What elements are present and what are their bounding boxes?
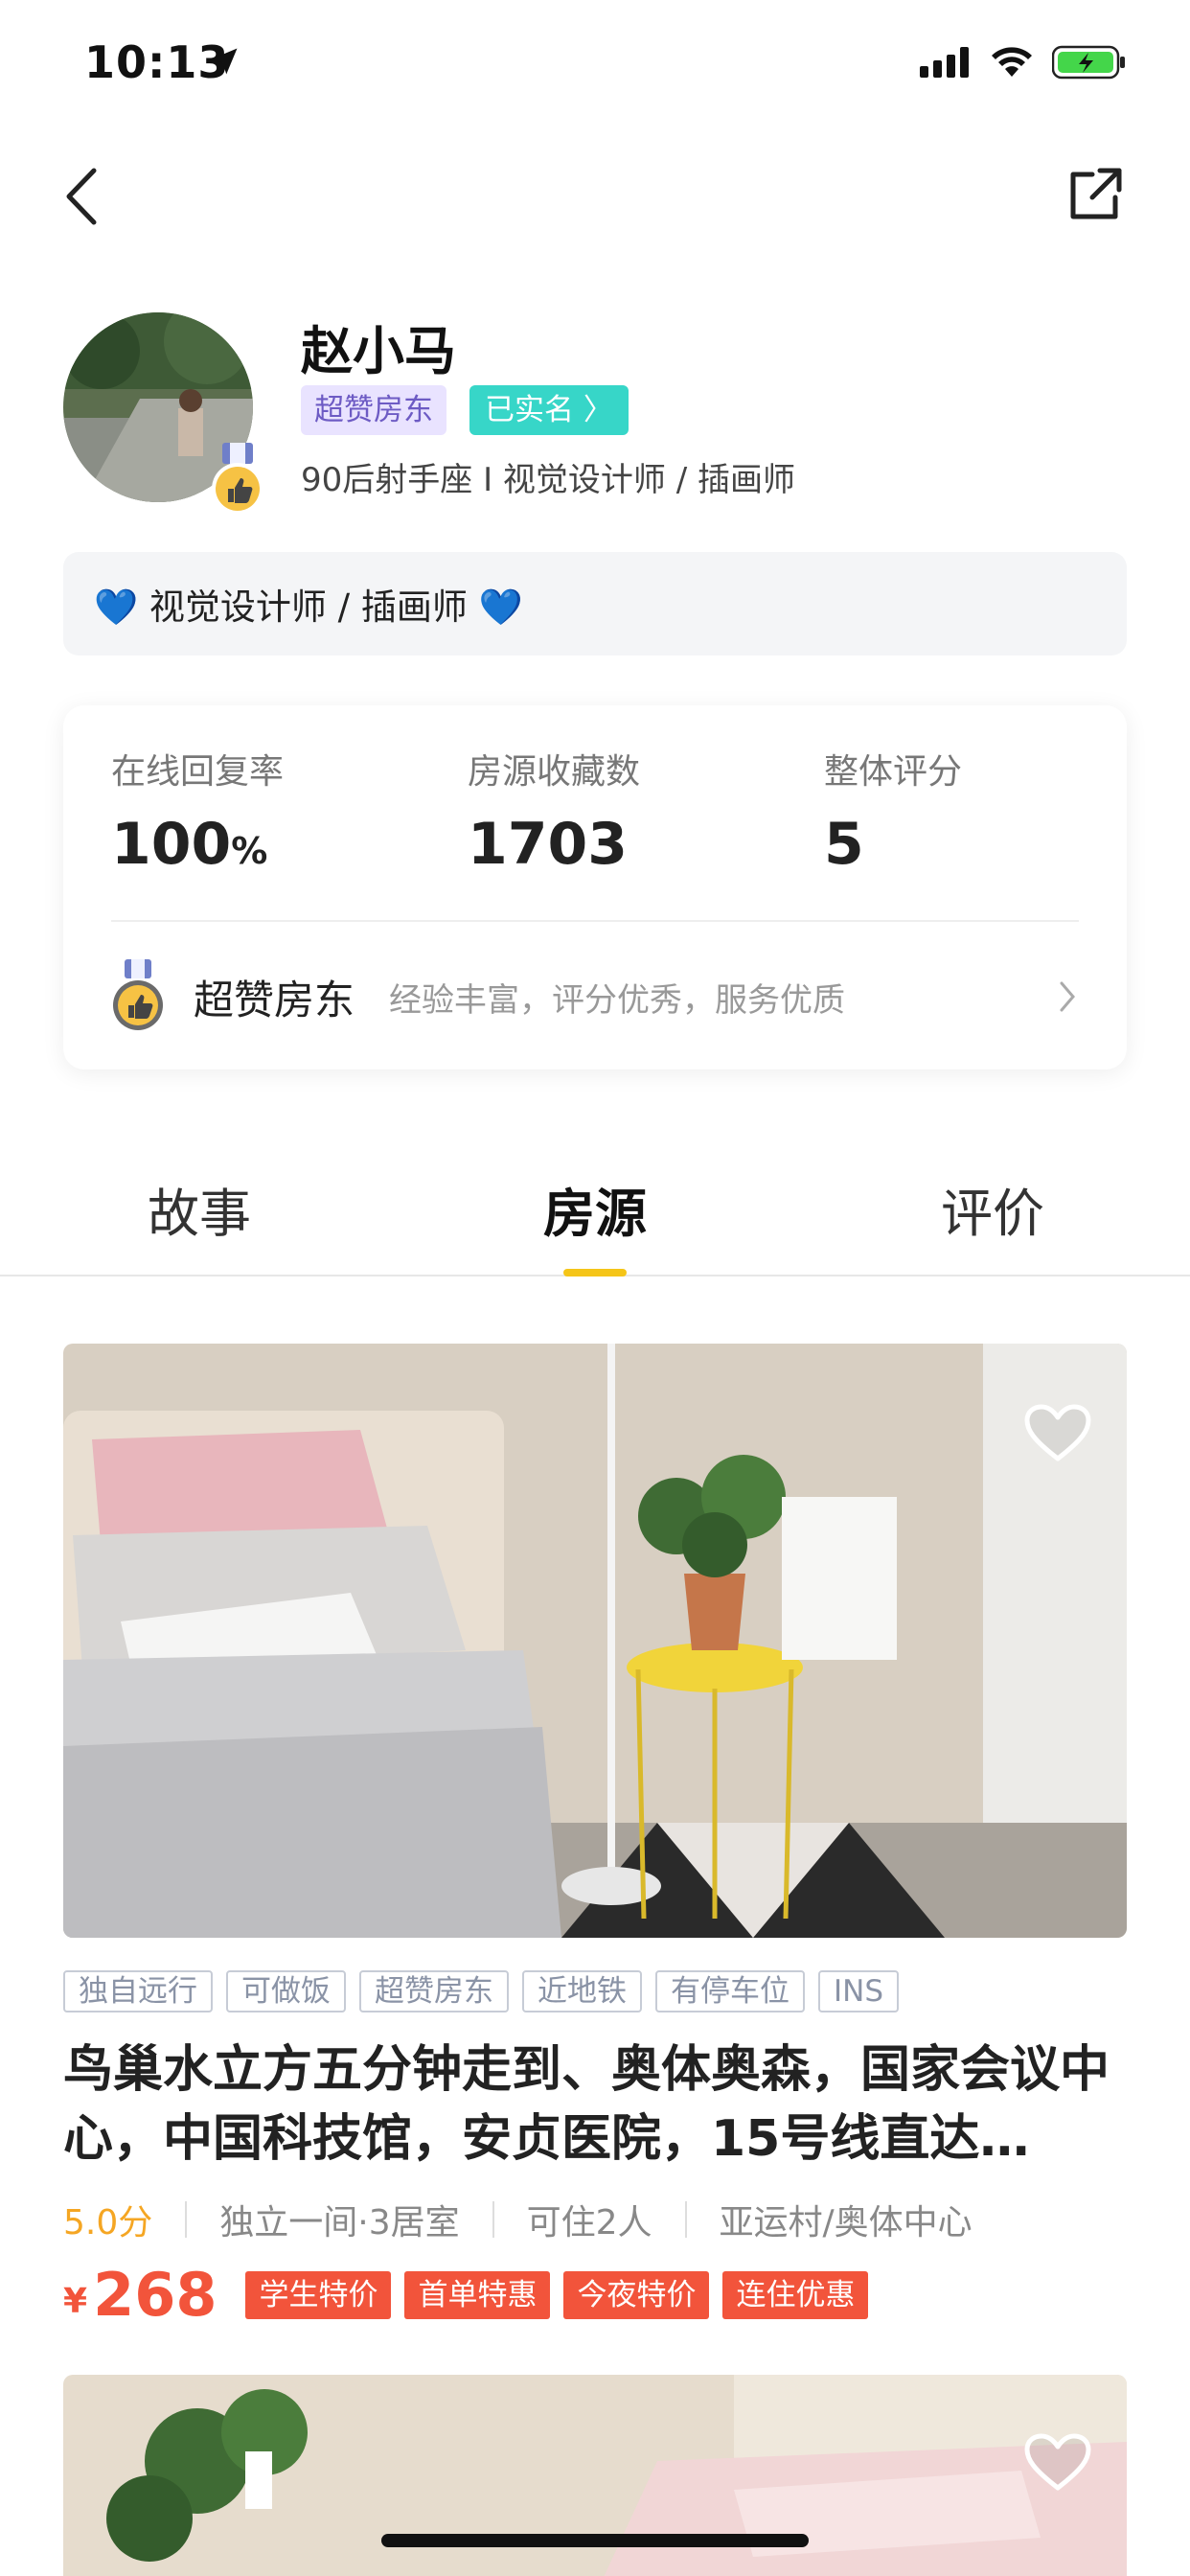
host-intro-box: 💙 视觉设计师 / 插画师 💙 bbox=[63, 552, 1127, 656]
back-arrow-icon[interactable] bbox=[56, 163, 113, 230]
feature-tag: INS bbox=[818, 1970, 900, 2012]
favorite-heart-icon[interactable] bbox=[1023, 2432, 1092, 2494]
stat-value: 1703 bbox=[468, 811, 628, 878]
feature-tag: 有停车位 bbox=[655, 1970, 805, 2012]
stat-value: 100% bbox=[111, 811, 284, 878]
stats-card: 在线回复率 100% 房源收藏数 1703 整体评分 5 超赞房东 经验丰富，评… bbox=[63, 705, 1127, 1070]
super-host-row[interactable]: 超赞房东 经验丰富，评分优秀，服务优质 bbox=[111, 949, 1079, 1045]
chevron-right-icon bbox=[1060, 981, 1075, 1012]
feature-tag: 独自远行 bbox=[63, 1970, 213, 2012]
super-host-badge: 超赞房东 bbox=[301, 385, 446, 435]
divider bbox=[684, 2201, 687, 2238]
promo-tag: 连住优惠 bbox=[722, 2270, 869, 2319]
host-description: 90后射手座 I 视觉设计师 / 插画师 bbox=[301, 461, 795, 499]
price-row: ¥ 268 学生特价 首单特惠 今夜特价 连住优惠 bbox=[63, 2260, 881, 2330]
tab-listings[interactable]: 房源 bbox=[543, 1171, 647, 1247]
stat-favorites: 房源收藏数 1703 bbox=[468, 744, 640, 878]
super-host-title: 超赞房东 bbox=[194, 976, 355, 1024]
share-icon[interactable] bbox=[1064, 163, 1127, 226]
stat-number: 100 bbox=[111, 811, 232, 878]
tab-bar: 故事 房源 评价 bbox=[0, 1131, 1190, 1276]
feature-tag: 超赞房东 bbox=[359, 1970, 509, 2012]
verified-badge[interactable]: 已实名 〉 bbox=[469, 385, 629, 435]
divider bbox=[492, 2201, 494, 2238]
super-host-medal-icon bbox=[113, 959, 163, 1030]
stat-label: 在线回复率 bbox=[111, 752, 285, 792]
wifi-icon bbox=[992, 47, 1032, 77]
host-intro-text: 💙 视觉设计师 / 插画师 💙 bbox=[94, 586, 523, 628]
stat-label: 房源收藏数 bbox=[468, 752, 641, 792]
host-name: 赵小马 bbox=[301, 321, 456, 381]
super-host-description: 经验丰富，评分优秀，服务优质 bbox=[389, 980, 846, 1020]
feature-tag: 可做饭 bbox=[226, 1970, 346, 2012]
listing-location: 亚运村/奥体中心 bbox=[719, 2203, 973, 2242]
promo-tag: 今夜特价 bbox=[563, 2270, 710, 2319]
stat-overall-rating: 整体评分 5 bbox=[824, 744, 962, 878]
listing-rating: 5.0分 bbox=[63, 2203, 153, 2242]
divider bbox=[111, 920, 1079, 922]
listing-photo[interactable] bbox=[63, 1344, 1127, 1938]
stat-value: 5 bbox=[824, 811, 864, 878]
stat-unit: % bbox=[231, 830, 268, 872]
feature-tag: 近地铁 bbox=[522, 1970, 642, 2012]
listing-title[interactable]: 鸟巢水立方五分钟走到、奥体奥森，国家会议中心，中国科技馆，安贞医院，15号线直达… bbox=[63, 2036, 1127, 2174]
stat-label: 整体评分 bbox=[824, 752, 963, 792]
cellular-signal-icon bbox=[920, 47, 969, 78]
currency-symbol: ¥ bbox=[63, 2282, 88, 2321]
tab-indicator bbox=[563, 1269, 627, 1276]
battery-charging-icon bbox=[1052, 45, 1125, 80]
status-bar: 10:13 bbox=[0, 0, 1190, 129]
location-arrow-icon bbox=[211, 48, 238, 75]
tab-reviews[interactable]: 评价 bbox=[941, 1171, 1044, 1247]
stat-response-rate: 在线回复率 100% bbox=[111, 744, 284, 878]
status-icons bbox=[920, 44, 1127, 80]
listing-meta: 5.0分 独立一间·3居室 可住2人 亚运村/奥体中心 bbox=[63, 2195, 973, 2244]
feature-tags: 独自远行 可做饭 超赞房东 近地铁 有停车位 INS bbox=[63, 1970, 922, 2014]
listing-capacity: 可住2人 bbox=[526, 2203, 652, 2242]
tab-story[interactable]: 故事 bbox=[148, 1171, 251, 1247]
promo-tag: 首单特惠 bbox=[404, 2270, 551, 2319]
home-indicator[interactable] bbox=[381, 2534, 809, 2547]
promo-tag: 学生特价 bbox=[245, 2270, 392, 2319]
favorite-heart-icon[interactable] bbox=[1023, 1403, 1092, 1464]
listing-price: 268 bbox=[93, 2260, 217, 2330]
super-host-medal-icon bbox=[212, 443, 263, 515]
listing-room-type: 独立一间·3居室 bbox=[219, 2203, 460, 2242]
divider bbox=[185, 2201, 188, 2238]
